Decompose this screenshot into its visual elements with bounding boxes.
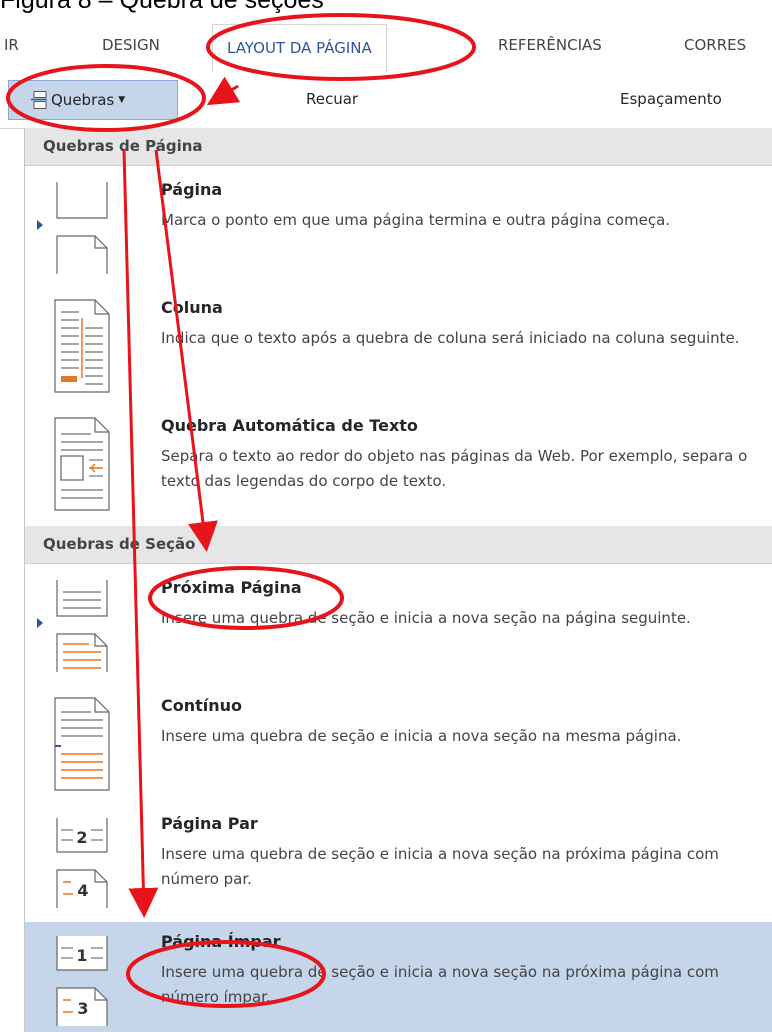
tab-design[interactable]: DESIGN xyxy=(102,36,160,54)
menu-item-description: Insere uma quebra de seção e inicia a no… xyxy=(161,845,719,888)
even-page-section-icon: 2 4 xyxy=(56,818,108,908)
menu-item-description: Insere uma quebra de seção e inicia a no… xyxy=(161,609,691,627)
menu-item-description: Separa o texto ao redor do objeto nas pá… xyxy=(161,447,748,490)
odd-page-section-icon: 1 3 xyxy=(56,936,108,1026)
svg-text:1: 1 xyxy=(76,946,87,965)
menu-item-continuous[interactable]: Contínuo Insere uma quebra de seção e in… xyxy=(25,686,772,802)
tab-layout-da-pagina[interactable]: LAYOUT DA PÁGINA xyxy=(212,24,387,72)
spacing-label: Espaçamento xyxy=(620,90,722,108)
menu-item-description: Insere uma quebra de seção e inicia a no… xyxy=(161,963,719,1006)
page-break-icon xyxy=(56,182,108,274)
selection-marker-icon xyxy=(37,618,43,628)
page-breaks-header: Quebras de Página xyxy=(25,128,772,166)
menu-item-odd-page[interactable]: 1 3 Página Ímpar Insere uma quebra de se… xyxy=(25,922,772,1032)
svg-text:2: 2 xyxy=(76,828,87,847)
figure-caption: Figura 8 – Quebra de seções xyxy=(0,0,324,14)
menu-item-description: Insere uma quebra de seção e inicia a no… xyxy=(161,727,682,745)
text-wrapping-icon xyxy=(54,417,110,511)
menu-item-text-wrapping[interactable]: Quebra Automática de Texto Separa o text… xyxy=(25,406,772,522)
menu-item-title: Coluna xyxy=(161,298,223,317)
menu-item-title: Quebra Automática de Texto xyxy=(161,416,418,435)
continuous-section-icon xyxy=(54,697,110,791)
tab-ir[interactable]: IR xyxy=(4,36,19,54)
menu-item-page-break[interactable]: Página Marca o ponto em que uma página t… xyxy=(25,170,772,286)
ribbon-tabs: IR DESIGN LAYOUT DA PÁGINA REFERÊNCIAS C… xyxy=(0,24,772,73)
page-break-icon xyxy=(31,91,47,109)
menu-item-description: Marca o ponto em que uma página termina … xyxy=(161,211,671,229)
breaks-dropdown-menu: Quebras de Página Página Marca o ponto e… xyxy=(24,128,772,1032)
selection-marker-icon xyxy=(37,220,43,230)
menu-item-title: Página Par xyxy=(161,814,258,833)
menu-item-column-break[interactable]: Coluna Indica que o texto após a quebra … xyxy=(25,288,772,404)
dropdown-caret-icon: ▼ xyxy=(118,95,126,105)
menu-item-next-page[interactable]: Próxima Página Insere uma quebra de seçã… xyxy=(25,568,772,684)
menu-item-even-page[interactable]: 2 4 Página Par Insere uma quebra de seçã… xyxy=(25,804,772,920)
breaks-button-label: Quebras xyxy=(51,91,115,109)
breaks-button[interactable]: Quebras ▼ xyxy=(8,80,178,120)
menu-item-title: Contínuo xyxy=(161,696,243,715)
ribbon-bar: Quebras ▼ Recuar Espaçamento xyxy=(0,72,772,129)
tab-referencias[interactable]: REFERÊNCIAS xyxy=(498,36,602,54)
menu-item-description: Indica que o texto após a quebra de colu… xyxy=(161,329,740,347)
svg-text:4: 4 xyxy=(77,881,88,900)
menu-item-title: Página Ímpar xyxy=(161,932,281,951)
indent-label: Recuar xyxy=(306,90,359,108)
menu-item-title: Próxima Página xyxy=(161,578,302,597)
menu-item-title: Página xyxy=(161,180,223,199)
svg-text:3: 3 xyxy=(77,999,88,1018)
next-page-section-icon xyxy=(56,580,108,672)
section-breaks-header: Quebras de Seção xyxy=(25,526,772,564)
column-break-icon xyxy=(54,299,110,393)
tab-correspondencias[interactable]: CORRES xyxy=(684,36,746,54)
